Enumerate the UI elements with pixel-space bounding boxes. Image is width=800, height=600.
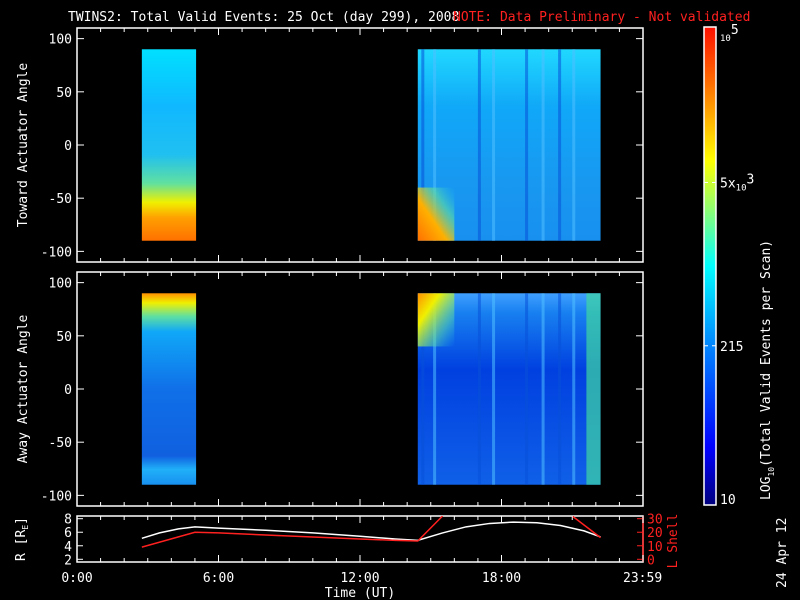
away-corner-enhancement <box>417 293 455 347</box>
colorbar-tick-label: 105 <box>720 23 739 44</box>
l-tick-label: 30 <box>647 513 663 528</box>
x-axis-label: Time (UT) <box>325 586 395 600</box>
r-tick-label: 2 <box>64 553 72 568</box>
x-tick-label: 0:00 <box>61 571 92 586</box>
r-line <box>141 521 601 542</box>
preliminary-note: NOTE: Data Preliminary - Not validated <box>453 10 750 25</box>
toward-corner-enhancement <box>417 187 455 241</box>
x-tick-label: 6:00 <box>203 571 234 586</box>
y-tick-label: 50 <box>56 86 72 101</box>
r-axis-label: R [RE] <box>14 517 30 561</box>
toward-block-0 <box>141 49 197 241</box>
away-stripe <box>572 293 576 485</box>
away-stripe <box>558 293 562 485</box>
y-tick-label: 50 <box>56 330 72 345</box>
colorbar-tick-label: 5x103 <box>720 172 754 193</box>
away-stripe <box>492 293 496 485</box>
y-tick-label: 0 <box>64 383 72 398</box>
y-tick-label: -100 <box>41 489 72 504</box>
y-tick-label: -50 <box>49 192 72 207</box>
away-stripe <box>477 293 481 485</box>
colorbar-label: LOG10(Total Valid Events per Scan) <box>759 240 776 500</box>
date-stamp: 24 Apr 12 <box>775 518 790 588</box>
away-stripe <box>525 293 529 485</box>
colorbar-tick-label: 10 <box>720 493 736 508</box>
twins-plot: TWINS2: Total Valid Events: 25 Oct (day … <box>14 10 790 600</box>
x-tick-label: 18:00 <box>482 571 521 586</box>
toward-stripe <box>525 49 529 241</box>
r-tick-label: 6 <box>64 526 72 541</box>
l-shell-axis-label: L Shell <box>666 514 681 569</box>
y-tick-label: 100 <box>49 277 72 292</box>
l-tick-label: 10 <box>647 540 663 555</box>
toward-stripe <box>492 49 496 241</box>
toward-y-axis-label: Toward Actuator Angle <box>16 63 31 228</box>
r-tick-label: 4 <box>64 540 72 555</box>
toward-stripe <box>558 49 562 241</box>
colorbar-tick-label: 215 <box>720 340 743 355</box>
toward-stripe <box>477 49 481 241</box>
l-tick-label: 0 <box>647 553 655 568</box>
toward-stripe <box>541 49 545 241</box>
y-tick-label: -100 <box>41 245 72 260</box>
colorbar <box>703 26 717 506</box>
y-tick-label: -50 <box>49 436 72 451</box>
l-tick-label: 20 <box>647 526 663 541</box>
toward-stripe <box>572 49 576 241</box>
away-right-edge <box>586 293 601 485</box>
plot-title: TWINS2: Total Valid Events: 25 Oct (day … <box>68 10 459 25</box>
y-tick-label: 100 <box>49 33 72 48</box>
x-tick-label: 12:00 <box>340 571 379 586</box>
r-tick-label: 8 <box>64 513 72 528</box>
away-y-axis-label: Away Actuator Angle <box>16 314 31 463</box>
away-stripe <box>541 293 545 485</box>
y-tick-label: 0 <box>64 139 72 154</box>
x-tick-label: 23:59 <box>623 571 662 586</box>
away-block-0 <box>141 293 197 485</box>
